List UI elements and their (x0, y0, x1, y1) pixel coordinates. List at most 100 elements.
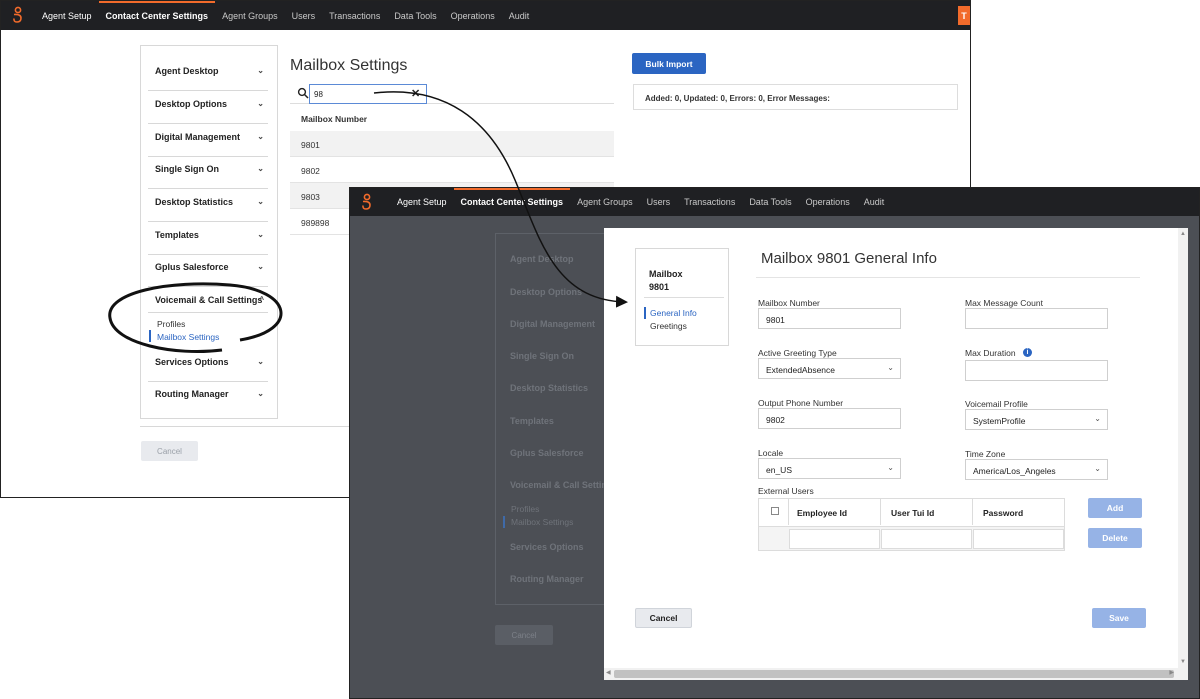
submenu-profiles[interactable]: Profiles (157, 319, 185, 329)
mailbox-number-label: Mailbox Number (758, 298, 820, 308)
dim-menu-voicemail-call-settings: Voicemail & Call Settings (510, 480, 618, 490)
menu-services-options[interactable]: Services Options ⌄ (148, 357, 268, 382)
dim-menu-single-sign-on: Single Sign On (510, 351, 575, 361)
scrollbar-thumb[interactable] (614, 670, 1174, 678)
nav-users[interactable]: Users (285, 1, 323, 30)
nav-data-tools[interactable]: Data Tools (387, 1, 443, 30)
info-icon[interactable]: i (1023, 348, 1032, 357)
table-row[interactable]: 9802 (290, 157, 614, 183)
output-phone-number-field[interactable]: 9802 (758, 408, 901, 429)
time-zone-select[interactable]: America/Los_Angeles ⌄ (965, 459, 1108, 480)
menu-single-sign-on[interactable]: Single Sign On ⌄ (148, 164, 268, 189)
dim-menu-routing-manager: Routing Manager (510, 574, 584, 584)
modal-title: Mailbox 9801 General Info (761, 250, 937, 267)
scroll-left-icon[interactable]: ◀ (606, 669, 611, 676)
divider (644, 297, 724, 298)
menu-desktop-statistics[interactable]: Desktop Statistics ⌄ (148, 197, 268, 222)
nav-audit[interactable]: Audit (857, 188, 892, 216)
max-duration-field[interactable] (965, 360, 1108, 381)
time-zone-label: Time Zone (965, 449, 1006, 459)
user-avatar[interactable]: T (958, 6, 970, 25)
nav-items: Agent Setup Contact Center Settings Agen… (35, 1, 536, 30)
nav-operations[interactable]: Operations (799, 188, 857, 216)
dim-menu-desktop-statistics: Desktop Statistics (510, 383, 589, 393)
scroll-right-icon[interactable]: ▶ (1169, 669, 1174, 676)
search-bar: ✕ (290, 84, 614, 104)
save-button[interactable]: Save (1092, 608, 1146, 628)
tab-general-info[interactable]: General Info (650, 308, 697, 318)
nav-data-tools[interactable]: Data Tools (742, 188, 798, 216)
employee-id-input[interactable] (789, 529, 880, 549)
chevron-down-icon: ⌄ (887, 363, 894, 372)
nav-contact-center-settings[interactable]: Contact Center Settings (453, 188, 571, 216)
submenu-mailbox-settings[interactable]: Mailbox Settings (157, 332, 219, 342)
user-tui-id-column-header[interactable]: User Tui Id (881, 499, 973, 525)
menu-digital-management[interactable]: Digital Management ⌄ (148, 132, 268, 157)
dim-menu-desktop-options: Desktop Options (510, 287, 583, 297)
menu-voicemail-call-settings[interactable]: Voicemail & Call Settings ^ (148, 295, 268, 313)
nav-agent-groups[interactable]: Agent Groups (570, 188, 640, 216)
nav-contact-center-settings[interactable]: Contact Center Settings (98, 1, 216, 30)
mailbox-number-column-header[interactable]: Mailbox Number (290, 105, 614, 132)
nav-agent-groups[interactable]: Agent Groups (215, 1, 285, 30)
menu-gplus-salesforce[interactable]: Gplus Salesforce ⌄ (148, 262, 268, 287)
tab-greetings[interactable]: Greetings (650, 321, 687, 331)
title-divider (756, 277, 1140, 278)
user-tui-id-input[interactable] (881, 529, 972, 549)
menu-templates[interactable]: Templates ⌄ (148, 230, 268, 255)
menu-agent-desktop[interactable]: Agent Desktop ⌄ (148, 66, 268, 91)
menu-routing-manager[interactable]: Routing Manager ⌄ (148, 389, 268, 409)
delete-user-button[interactable]: Delete (1088, 528, 1142, 548)
scroll-down-icon[interactable]: ▼ (1180, 659, 1186, 665)
selected-indicator (644, 307, 646, 319)
max-message-count-field[interactable] (965, 308, 1108, 329)
active-greeting-type-select[interactable]: ExtendedAbsence ⌄ (758, 358, 901, 379)
mailbox-label: Mailbox (649, 269, 683, 279)
locale-label: Locale (758, 448, 784, 458)
nav-transactions[interactable]: Transactions (677, 188, 742, 216)
employee-id-column-header[interactable]: Employee Id (789, 499, 881, 525)
nav-users[interactable]: Users (640, 188, 678, 216)
nav-transactions[interactable]: Transactions (322, 1, 387, 30)
close-icon[interactable]: ✕ (411, 87, 420, 100)
add-user-button[interactable]: Add (1088, 498, 1142, 518)
nav-agent-setup[interactable]: Agent Setup (35, 1, 99, 30)
nav-audit[interactable]: Audit (502, 1, 537, 30)
import-status: Added: 0, Updated: 0, Errors: 0, Error M… (633, 84, 958, 110)
nav-agent-setup[interactable]: Agent Setup (390, 188, 454, 216)
dim-menu-templates: Templates (510, 416, 554, 426)
voicemail-profile-select[interactable]: SystemProfile ⌄ (965, 409, 1108, 430)
table-row (759, 526, 1064, 550)
mailbox-general-info-window: Agent Setup Contact Center Settings Agen… (349, 187, 1200, 699)
search-icon (297, 87, 309, 99)
output-phone-number-label: Output Phone Number (758, 398, 844, 408)
chevron-down-icon: ⌄ (257, 389, 264, 398)
dim-submenu-profiles: Profiles (511, 504, 540, 514)
cancel-button[interactable]: Cancel (141, 441, 198, 461)
dim-menu-gplus-salesforce: Gplus Salesforce (510, 448, 584, 458)
chevron-down-icon: ⌄ (257, 99, 264, 108)
vertical-scrollbar[interactable]: ▲ ▼ (1178, 228, 1188, 668)
horizontal-scrollbar[interactable]: ◀ ▶ (604, 668, 1188, 680)
select-all-cell (759, 499, 789, 525)
select-all-checkbox[interactable] (771, 507, 779, 515)
cancel-button[interactable]: Cancel (635, 608, 692, 628)
nav-operations[interactable]: Operations (444, 1, 502, 30)
dim-selected-indicator (503, 516, 505, 528)
password-column-header[interactable]: Password (973, 499, 1064, 525)
page-title: Mailbox Settings (290, 57, 408, 74)
search-input[interactable] (309, 84, 427, 104)
external-users-label: External Users (758, 486, 814, 496)
chevron-down-icon: ⌄ (257, 197, 264, 206)
scroll-up-icon[interactable]: ▲ (1180, 231, 1186, 237)
dim-menu-agent-desktop: Agent Desktop (510, 254, 574, 264)
mailbox-number-field[interactable]: 9801 (758, 308, 901, 329)
table-row[interactable]: 9801 (290, 131, 614, 157)
menu-desktop-options[interactable]: Desktop Options ⌄ (148, 99, 268, 124)
dim-menu-services-options: Services Options (510, 542, 584, 552)
dim-cancel-button: Cancel (495, 625, 553, 645)
bulk-import-button[interactable]: Bulk Import (632, 53, 706, 74)
password-input[interactable] (973, 529, 1064, 549)
chevron-down-icon: ⌄ (257, 132, 264, 141)
locale-select[interactable]: en_US ⌄ (758, 458, 901, 479)
